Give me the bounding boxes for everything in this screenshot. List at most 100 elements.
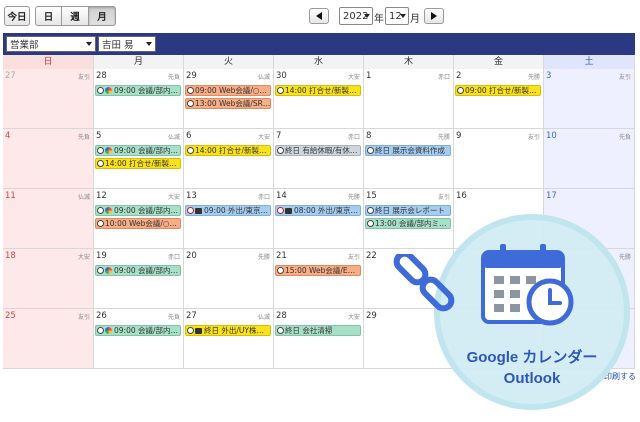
day-cell[interactable]: 1 赤口: [364, 69, 454, 129]
day-number[interactable]: 27: [5, 71, 16, 81]
day-cell[interactable]: 10 先負: [544, 129, 635, 189]
day-number[interactable]: 2: [456, 71, 461, 81]
day-number[interactable]: 22: [366, 251, 377, 261]
calendar-event[interactable]: 13:00 会議/部内ミ…: [365, 218, 451, 229]
day-number[interactable]: 30: [276, 71, 287, 81]
calendar-event[interactable]: 09:00 会議/部内…: [95, 325, 181, 336]
link-icon: [393, 254, 455, 312]
department-select[interactable]: 営業部: [6, 36, 96, 52]
day-cell[interactable]: 4 先負: [3, 129, 94, 189]
day-number[interactable]: 12: [96, 191, 107, 201]
day-number[interactable]: 17: [546, 191, 557, 201]
clock-icon: [97, 267, 104, 274]
day-number[interactable]: 21: [276, 251, 287, 261]
day-number[interactable]: 19: [96, 251, 107, 261]
calendar-event[interactable]: 終日 会社清掃: [275, 325, 361, 336]
day-number[interactable]: 11: [5, 191, 16, 201]
day-cell[interactable]: 13 赤口 09:00 外出/東京…: [184, 189, 274, 249]
day-cell[interactable]: 2 先勝 09:00 打合せ/新製…: [454, 69, 544, 129]
day-number[interactable]: 5: [96, 131, 101, 141]
day-number[interactable]: 26: [96, 311, 107, 321]
day-cell[interactable]: 18 大安: [3, 249, 94, 309]
clock-icon: [97, 207, 104, 214]
calendar-event[interactable]: 09:00 会議/部内…: [95, 85, 181, 96]
day-number[interactable]: 25: [5, 311, 16, 321]
calendar-event[interactable]: 09:00 打合せ/新製…: [455, 85, 541, 96]
day-cell[interactable]: 28 先負 09:00 会議/部内…: [94, 69, 184, 129]
prev-month-button[interactable]: [309, 8, 329, 24]
calendar-event[interactable]: 10:00 Web会議/○…: [95, 218, 181, 229]
day-number[interactable]: 28: [276, 311, 287, 321]
day-cell[interactable]: 21 友引 15:00 Web会議/E…: [274, 249, 364, 309]
today-button[interactable]: 今日: [4, 6, 30, 26]
day-number[interactable]: 4: [5, 131, 10, 141]
calendar-event[interactable]: 終日 展示会資料作成: [365, 145, 451, 156]
day-number[interactable]: 10: [546, 131, 557, 141]
calendar-event[interactable]: 13:00 Web会議/SR…: [185, 98, 271, 109]
next-month-button[interactable]: [424, 8, 444, 24]
day-cell[interactable]: 19 赤口 09:00 会議/部内…: [94, 249, 184, 309]
calendar-event[interactable]: 09:00 会議/部内…: [95, 205, 181, 216]
day-cell[interactable]: 25 友引: [3, 309, 94, 369]
day-number[interactable]: 28: [96, 71, 107, 81]
rokuyo-label: 先勝: [437, 134, 450, 141]
day-cell[interactable]: 6 大安 14:00 打合せ/新製…: [184, 129, 274, 189]
day-number[interactable]: 29: [186, 71, 197, 81]
briefcase-icon: [195, 207, 202, 214]
day-cell[interactable]: 26 先負 09:00 会議/部内…: [94, 309, 184, 369]
view-month-button[interactable]: 月: [88, 6, 116, 26]
day-number[interactable]: 27: [186, 311, 197, 321]
year-select[interactable]: 2022: [339, 7, 373, 25]
day-cell[interactable]: 27 仏滅 終日 外出/UY株…: [184, 309, 274, 369]
day-number[interactable]: 8: [366, 131, 371, 141]
day-number[interactable]: 14: [276, 191, 287, 201]
event-title: 終日 外出/UY株…: [204, 325, 264, 335]
person-select[interactable]: 吉田 易: [98, 36, 156, 52]
day-cell[interactable]: 9 友引: [454, 129, 544, 189]
calendar-event[interactable]: 09:00 外出/東京…: [185, 205, 271, 216]
calendar-event[interactable]: 15:00 Web会議/E…: [275, 265, 361, 276]
day-cell[interactable]: 27 友引: [3, 69, 94, 129]
day-number[interactable]: 15: [366, 191, 377, 201]
view-week-button[interactable]: 週: [61, 6, 89, 26]
calendar-event[interactable]: 09:00 会議/部内…: [95, 265, 181, 276]
calendar-event[interactable]: 09:00 Web会議/○…: [185, 85, 271, 96]
clock-icon: [277, 147, 284, 154]
day-number[interactable]: 7: [276, 131, 281, 141]
day-number[interactable]: 6: [186, 131, 191, 141]
calendar-event[interactable]: 08:00 外出/東京…: [275, 205, 361, 216]
day-number[interactable]: 3: [546, 71, 551, 81]
calendar-event[interactable]: 終日 有給休暇/有休…: [275, 145, 361, 156]
day-cell[interactable]: 8 先勝終日 展示会資料作成: [364, 129, 454, 189]
calendar-event[interactable]: 14:00 打合せ/新製…: [185, 145, 271, 156]
day-number[interactable]: 16: [456, 191, 467, 201]
group-icon: [105, 87, 112, 94]
day-number[interactable]: 1: [366, 71, 371, 81]
day-number[interactable]: 29: [366, 311, 377, 321]
day-cell[interactable]: 29 仏滅 09:00 Web会議/○… 13:00 Web会議/SR…: [184, 69, 274, 129]
day-cell[interactable]: 30 大安 14:00 打合せ/新製…: [274, 69, 364, 129]
day-cell[interactable]: 5 仏滅 09:00 会議/部内… 14:00 打合せ/新製…: [94, 129, 184, 189]
day-cell[interactable]: 12 大安 09:00 会議/部内… 10:00 Web会議/○…: [94, 189, 184, 249]
view-day-button[interactable]: 日: [35, 6, 62, 26]
day-cell[interactable]: 14 先勝 08:00 外出/東京…: [274, 189, 364, 249]
calendar-event[interactable]: 09:00 会議/部内…: [95, 145, 181, 156]
weekday-header: 水: [274, 55, 364, 69]
month-select[interactable]: 12: [385, 7, 409, 25]
day-cell[interactable]: 20 先勝: [184, 249, 274, 309]
calendar-event[interactable]: 終日 展示会レポート: [365, 205, 451, 216]
day-number[interactable]: 13: [186, 191, 197, 201]
day-cell[interactable]: 3 友引: [544, 69, 635, 129]
day-number[interactable]: 18: [5, 251, 16, 261]
calendar-event[interactable]: 14:00 打合せ/新製…: [95, 158, 181, 169]
day-cell[interactable]: 15 友引 終日 展示会レポート 13:00 会議/部内ミ…: [364, 189, 454, 249]
day-number[interactable]: 20: [186, 251, 197, 261]
day-cell[interactable]: 28 大安 終日 会社清掃: [274, 309, 364, 369]
day-number[interactable]: 9: [456, 131, 461, 141]
calendar-event[interactable]: 14:00 打合せ/新製…: [275, 85, 361, 96]
day-cell[interactable]: 7 赤口 終日 有給休暇/有休…: [274, 129, 364, 189]
day-cell[interactable]: 11 仏滅: [3, 189, 94, 249]
calendar-event[interactable]: 終日 外出/UY株…: [185, 325, 271, 336]
year-label: 年: [374, 14, 384, 25]
rokuyo-label: 先負: [167, 74, 180, 81]
